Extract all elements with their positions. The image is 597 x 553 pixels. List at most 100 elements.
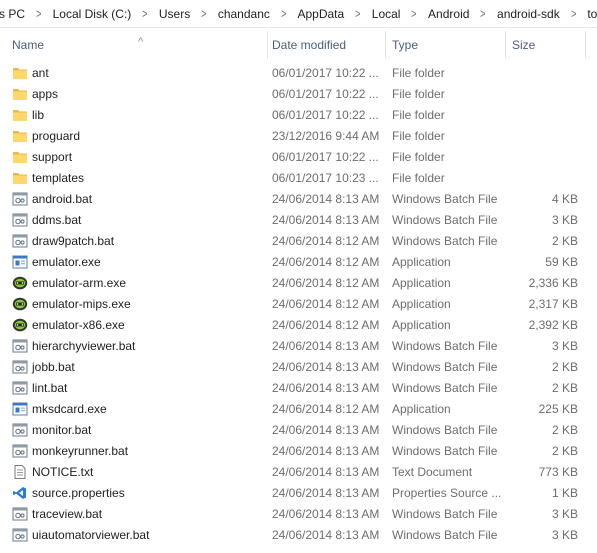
file-row[interactable]: lib 06/01/2017 10:22 ... File folder <box>0 105 597 126</box>
file-date-modified: 24/06/2014 8:12 AM <box>272 276 380 290</box>
file-type: Windows Batch File <box>392 444 498 458</box>
file-date-modified: 24/06/2014 8:13 AM <box>272 444 380 458</box>
file-type: File folder <box>392 171 445 185</box>
file-type: Windows Batch File <box>392 192 498 206</box>
file-date-modified: 24/06/2014 8:13 AM <box>272 360 380 374</box>
file-type: File folder <box>392 87 445 101</box>
breadcrumb-item[interactable]: Local <box>371 7 402 21</box>
file-name: hierarchyviewer.bat <box>32 339 136 353</box>
file-date-modified: 24/06/2014 8:12 AM <box>272 234 380 248</box>
file-size: 3 KB <box>551 528 578 542</box>
file-type: Application <box>392 402 451 416</box>
file-row[interactable]: proguard 23/12/2016 9:44 AM File folder <box>0 126 597 147</box>
file-row[interactable]: ant 06/01/2017 10:22 ... File folder <box>0 63 597 84</box>
file-date-modified: 24/06/2014 8:13 AM <box>272 528 380 542</box>
file-name: support <box>32 150 73 164</box>
file-size: 3 KB <box>551 213 578 227</box>
file-date-modified: 24/06/2014 8:12 AM <box>272 402 380 416</box>
chevron-right-icon[interactable]: > <box>474 6 492 21</box>
file-size: 59 KB <box>545 255 578 269</box>
file-row[interactable]: templates 06/01/2017 10:23 ... File folder <box>0 168 597 189</box>
file-row[interactable]: source.properties 24/06/2014 8:13 AM Prope… <box>0 483 597 504</box>
breadcrumb-item[interactable]: Users <box>158 7 191 21</box>
column-header-name-label: Name <box>12 38 45 52</box>
breadcrumb-item[interactable]: Local Disk (C:) <box>52 7 133 21</box>
file-row[interactable]: jobb.bat 24/06/2014 8:13 AM Windows Batch … <box>0 357 597 378</box>
file-row[interactable]: ddms.bat 24/06/2014 8:13 AM Windows Batch … <box>0 210 597 231</box>
file-row[interactable]: emulator.exe 24/06/2014 8:12 AM Applicatio… <box>0 252 597 273</box>
file-name: lint.bat <box>32 381 68 395</box>
file-row[interactable]: uiautomatorviewer.bat 24/06/2014 8:13 AM W… <box>0 525 597 546</box>
file-row[interactable]: NOTICE.txt 24/06/2014 8:13 AM Text Documen… <box>0 462 597 483</box>
column-header-date-modified[interactable]: Date modified <box>268 31 386 59</box>
file-row[interactable]: monkeyrunner.bat 24/06/2014 8:13 AM Window… <box>0 441 597 462</box>
file-type: Windows Batch File <box>392 213 498 227</box>
column-header-name[interactable]: Name ^ <box>8 31 268 59</box>
file-name: templates <box>32 171 85 185</box>
column-header-type-label: Type <box>392 38 419 52</box>
file-type: Properties Source ... <box>392 486 502 500</box>
column-header-type[interactable]: Type <box>388 31 506 59</box>
file-date-modified: 24/06/2014 8:13 AM <box>272 339 380 353</box>
breadcrumb-item[interactable]: AppData <box>296 7 345 21</box>
file-size: 2,336 KB <box>528 276 578 290</box>
chevron-right-icon[interactable]: > <box>565 6 583 21</box>
file-type: Application <box>392 276 451 290</box>
file-row[interactable]: monitor.bat 24/06/2014 8:13 AM Windows Bat… <box>0 420 597 441</box>
file-name: emulator-arm.exe <box>32 276 127 290</box>
file-row[interactable]: support 06/01/2017 10:22 ... File folder <box>0 147 597 168</box>
file-row[interactable]: hierarchyviewer.bat 24/06/2014 8:13 AM Win… <box>0 336 597 357</box>
file-name: lib <box>32 108 45 122</box>
chevron-right-icon[interactable]: > <box>136 6 154 21</box>
file-size: 225 KB <box>538 402 578 416</box>
breadcrumb-item[interactable]: tools <box>586 7 597 21</box>
breadcrumb-item[interactable]: chandanc <box>217 7 271 21</box>
file-date-modified: 24/06/2014 8:13 AM <box>272 381 380 395</box>
file-name: ant <box>32 66 49 80</box>
file-row[interactable]: emulator-mips.exe 24/06/2014 8:12 AM Appli… <box>0 294 597 315</box>
file-type: File folder <box>392 66 445 80</box>
file-date-modified: 06/01/2017 10:22 ... <box>272 150 379 164</box>
file-type: Windows Batch File <box>392 528 498 542</box>
breadcrumb-item[interactable]: android-sdk <box>496 7 561 21</box>
column-header-size-label: Size <box>512 38 536 52</box>
file-type: Windows Batch File <box>392 234 498 248</box>
file-date-modified: 24/06/2014 8:13 AM <box>272 507 380 521</box>
file-type: Application <box>392 255 451 269</box>
file-size: 1 KB <box>551 486 578 500</box>
chevron-right-icon[interactable]: > <box>275 6 293 21</box>
file-type: Windows Batch File <box>392 360 498 374</box>
file-name: monitor.bat <box>32 423 92 437</box>
chevron-right-icon[interactable]: > <box>195 6 213 21</box>
file-row[interactable]: traceview.bat 24/06/2014 8:13 AM Windows B… <box>0 504 597 525</box>
file-row[interactable]: mksdcard.exe 24/06/2014 8:12 AM Applicatio… <box>0 399 597 420</box>
file-name: jobb.bat <box>32 360 75 374</box>
column-header-size[interactable]: Size <box>508 31 586 59</box>
chevron-right-icon[interactable]: > <box>405 6 423 21</box>
file-size: 2 KB <box>551 423 578 437</box>
file-name: source.properties <box>32 486 125 500</box>
file-row[interactable]: emulator-arm.exe 24/06/2014 8:12 AM Applic… <box>0 273 597 294</box>
address-breadcrumb[interactable]: s PC > Local Disk (C:) > Users > chandanc > AppD… <box>0 0 597 28</box>
file-type: File folder <box>392 129 445 143</box>
file-row[interactable]: emulator-x86.exe 24/06/2014 8:12 AM Applic… <box>0 315 597 336</box>
file-date-modified: 24/06/2014 8:13 AM <box>272 486 380 500</box>
file-row[interactable]: apps 06/01/2017 10:22 ... File folder <box>0 84 597 105</box>
file-row[interactable]: draw9patch.bat 24/06/2014 8:12 AM Windows … <box>0 231 597 252</box>
chevron-right-icon[interactable]: > <box>349 6 367 21</box>
file-row[interactable]: android.bat 24/06/2014 8:13 AM Windows Bat… <box>0 189 597 210</box>
file-type: File folder <box>392 150 445 164</box>
breadcrumb-item[interactable]: Android <box>427 7 470 21</box>
file-name: traceview.bat <box>32 507 103 521</box>
file-size: 3 KB <box>551 339 578 353</box>
chevron-right-icon[interactable]: > <box>30 6 48 21</box>
file-name: mksdcard.exe <box>32 402 107 416</box>
file-type: Windows Batch File <box>392 339 498 353</box>
breadcrumb-item[interactable]: s PC <box>0 7 26 21</box>
file-date-modified: 24/06/2014 8:13 AM <box>272 423 380 437</box>
file-name: ddms.bat <box>32 213 82 227</box>
file-name: emulator-mips.exe <box>32 297 131 311</box>
file-row[interactable]: lint.bat 24/06/2014 8:13 AM Windows Batch … <box>0 378 597 399</box>
file-size: 2 KB <box>551 381 578 395</box>
file-name: emulator-x86.exe <box>32 318 125 332</box>
